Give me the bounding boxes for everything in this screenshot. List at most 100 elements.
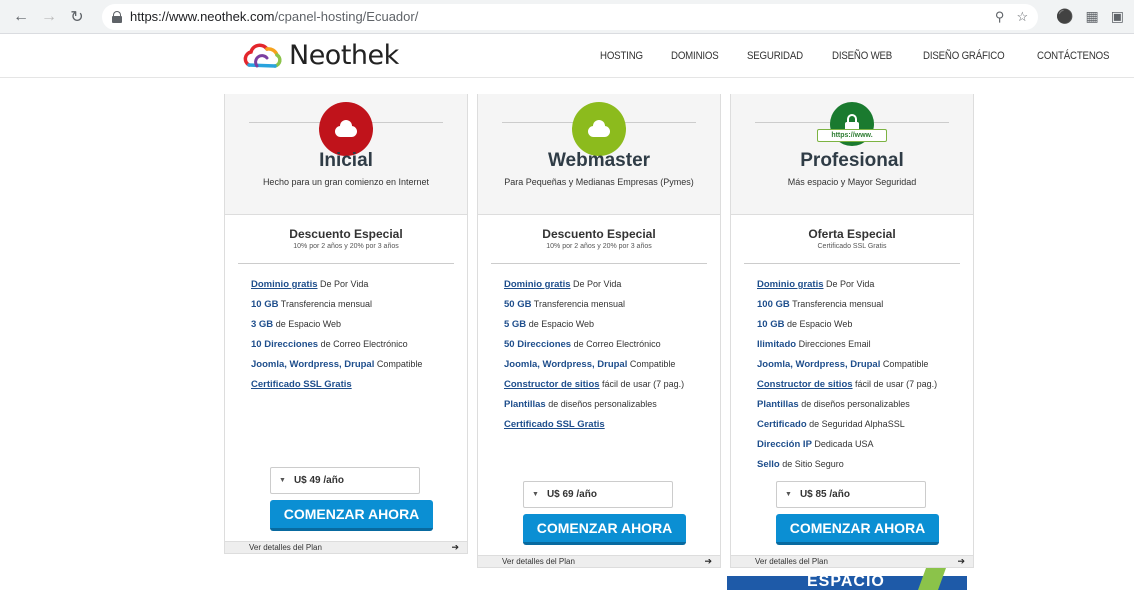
feature-link[interactable]: Dominio gratis bbox=[757, 279, 824, 290]
plan-tagline: Más espacio y Mayor Seguridad bbox=[787, 177, 917, 187]
feature-highlight: 10 GB bbox=[251, 299, 279, 310]
feature-highlight: 5 GB bbox=[504, 319, 527, 330]
feature-text: Compatible bbox=[374, 359, 423, 369]
nav-hosting[interactable]: HOSTING bbox=[600, 50, 643, 62]
feature-link[interactable]: Dominio gratis bbox=[251, 279, 318, 290]
feature-link[interactable]: Certificado SSL Gratis bbox=[504, 419, 605, 430]
feature-item: Ilimitado Direcciones Email bbox=[757, 338, 961, 351]
chevron-down-icon: ▼ bbox=[785, 491, 792, 498]
shield-extension-icon[interactable]: ⚫ bbox=[1056, 8, 1073, 25]
feature-item: 50 GB Transferencia mensual bbox=[504, 298, 708, 311]
feature-link[interactable]: Dominio gratis bbox=[504, 279, 571, 290]
feature-text: Direcciones Email bbox=[796, 339, 871, 349]
feature-link[interactable]: Constructor de sitios bbox=[504, 379, 600, 390]
feature-item: 5 GB de Espacio Web bbox=[504, 318, 708, 331]
feature-item: 50 Direcciones de Correo Electrónico bbox=[504, 338, 708, 351]
plan-card-webmaster: Webmaster Para Pequeñas y Medianas Empre… bbox=[477, 94, 721, 568]
feature-highlight: Plantillas bbox=[757, 399, 799, 410]
ver-detalles-link[interactable]: Ver detalles del Plan ➔ bbox=[225, 541, 467, 553]
offer-title: Descuento Especial bbox=[289, 227, 403, 241]
feature-item: Dirección IP Dedicada USA bbox=[757, 438, 961, 451]
reload-icon[interactable]: ↻ bbox=[66, 6, 88, 28]
feature-text: Compatible bbox=[880, 359, 929, 369]
offer-subtitle: Certificado SSL Gratis bbox=[817, 243, 887, 250]
plan-body: Descuento Especial 10% por 2 años y 20% … bbox=[478, 215, 720, 431]
feature-text: fácil de usar (7 pag.) bbox=[852, 379, 938, 389]
offer-title: Descuento Especial bbox=[542, 227, 656, 241]
plan-card-inicial: Inicial Hecho para un gran comienzo en I… bbox=[224, 94, 468, 554]
plan-header: Webmaster Para Pequeñas y Medianas Empre… bbox=[478, 94, 720, 215]
plan-icon-circle bbox=[319, 102, 373, 156]
nav-contactenos[interactable]: CONTÁCTENOS bbox=[1037, 50, 1109, 62]
ver-detalles-link[interactable]: Ver detalles del Plan ➔ bbox=[731, 555, 973, 567]
feature-text: de diseños personalizables bbox=[545, 399, 657, 409]
feature-item: 10 GB de Espacio Web bbox=[757, 318, 961, 331]
nav-dominios[interactable]: DOMINIOS bbox=[671, 50, 719, 62]
feature-highlight: Joomla, Wordpress, Drupal bbox=[251, 359, 375, 370]
plan-header: https://www. Profesional Más espacio y M… bbox=[731, 94, 973, 215]
feature-item: Dominio gratis De Por Vida bbox=[757, 278, 961, 291]
address-bar[interactable]: https://www.neothek.com/cpanel-hosting/E… bbox=[102, 3, 1039, 30]
details-label: Ver detalles del Plan bbox=[755, 557, 828, 566]
cloud-logo-icon bbox=[243, 43, 282, 68]
plan-tagline: Para Pequeñas y Medianas Empresas (Pymes… bbox=[504, 177, 694, 187]
feature-text: de Sitio Seguro bbox=[779, 459, 844, 469]
plan-body: Descuento Especial 10% por 2 años y 20% … bbox=[225, 215, 467, 391]
feature-item: Joomla, Wordpress, Drupal Compatible bbox=[504, 358, 708, 371]
arrow-right-icon: ➔ bbox=[957, 556, 965, 566]
divider bbox=[491, 263, 707, 264]
chevron-down-icon: ▼ bbox=[279, 477, 286, 484]
back-arrow-icon[interactable]: ← bbox=[10, 6, 32, 28]
plan-name: Profesional bbox=[800, 150, 904, 171]
url-path: /cpanel-hosting/Ecuador/ bbox=[274, 9, 419, 24]
price-select[interactable]: ▼ U$ 69 /año bbox=[523, 481, 673, 508]
feature-item: Constructor de sitios fácil de usar (7 p… bbox=[757, 378, 961, 391]
feature-highlight: Joomla, Wordpress, Drupal bbox=[757, 359, 881, 370]
forward-arrow-icon[interactable]: → bbox=[38, 6, 60, 28]
offer-subtitle: 10% por 2 años y 20% por 3 años bbox=[546, 243, 652, 250]
price-select[interactable]: ▼ U$ 85 /año bbox=[776, 481, 926, 508]
price-select[interactable]: ▼ U$ 49 /año bbox=[270, 467, 420, 494]
details-label: Ver detalles del Plan bbox=[502, 557, 575, 566]
feature-text: fácil de usar (7 pag.) bbox=[599, 379, 685, 389]
feature-highlight: 10 GB bbox=[757, 319, 785, 330]
feature-highlight: 50 GB bbox=[504, 299, 532, 310]
feature-item: Certificado SSL Gratis bbox=[251, 378, 455, 391]
feature-text: Dedicada USA bbox=[811, 439, 874, 449]
nav-seguridad[interactable]: SEGURIDAD bbox=[747, 50, 803, 62]
cloud-icon bbox=[335, 119, 357, 137]
comenzar-ahora-button[interactable]: COMENZAR AHORA bbox=[776, 514, 939, 545]
comenzar-ahora-button[interactable]: COMENZAR AHORA bbox=[270, 500, 433, 531]
feature-list: Dominio gratis De Por Vida 100 GB Transfe… bbox=[731, 278, 973, 471]
feature-text: de Correo Electrónico bbox=[571, 339, 661, 349]
neothek-logo[interactable]: Neothek bbox=[241, 40, 399, 71]
logo-text: Neothek bbox=[289, 40, 399, 71]
feature-link[interactable]: Constructor de sitios bbox=[757, 379, 853, 390]
arrow-right-icon: ➔ bbox=[451, 542, 459, 552]
comenzar-ahora-button[interactable]: COMENZAR AHORA bbox=[523, 514, 686, 545]
plan-card-profesional: https://www. Profesional Más espacio y M… bbox=[730, 94, 974, 568]
feature-highlight: Dirección IP bbox=[757, 439, 812, 450]
feature-item: 10 Direcciones de Correo Electrónico bbox=[251, 338, 455, 351]
plan-tagline: Hecho para un gran comienzo en Internet bbox=[262, 177, 430, 187]
promo-banner[interactable]: ESPACIO bbox=[727, 568, 967, 590]
feature-item: Plantillas de diseños personalizables bbox=[504, 398, 708, 411]
feature-link[interactable]: Certificado SSL Gratis bbox=[251, 379, 352, 390]
nav-diseno-web[interactable]: DISEÑO WEB bbox=[832, 50, 892, 62]
nav-diseno-grafico[interactable]: DISEÑO GRÁFICO bbox=[923, 50, 1005, 62]
main-nav: HOSTING DOMINIOS SEGURIDAD DISEÑO WEB DI… bbox=[600, 50, 1119, 62]
profile-extension-icon[interactable]: ▣ bbox=[1111, 8, 1124, 25]
bookmark-star-icon[interactable]: ☆ bbox=[1016, 9, 1028, 25]
chevron-down-icon: ▼ bbox=[532, 491, 539, 498]
feature-item: Certificado de Seguridad AlphaSSL bbox=[757, 418, 961, 431]
feature-highlight: 50 Direcciones bbox=[504, 339, 572, 350]
ver-detalles-link[interactable]: Ver detalles del Plan ➔ bbox=[478, 555, 720, 567]
feature-text: Transferencia mensual bbox=[531, 299, 626, 309]
feature-highlight: Plantillas bbox=[504, 399, 546, 410]
feature-text: de Espacio Web bbox=[273, 319, 342, 329]
zoom-icon[interactable]: ⚲ bbox=[995, 9, 1005, 25]
feature-text: de Correo Electrónico bbox=[318, 339, 408, 349]
site-header: Neothek HOSTING DOMINIOS SEGURIDAD DISEÑ… bbox=[0, 34, 1134, 78]
banner-text: ESPACIO bbox=[807, 573, 885, 590]
window-extension-icon[interactable]: ▦ bbox=[1086, 8, 1099, 25]
